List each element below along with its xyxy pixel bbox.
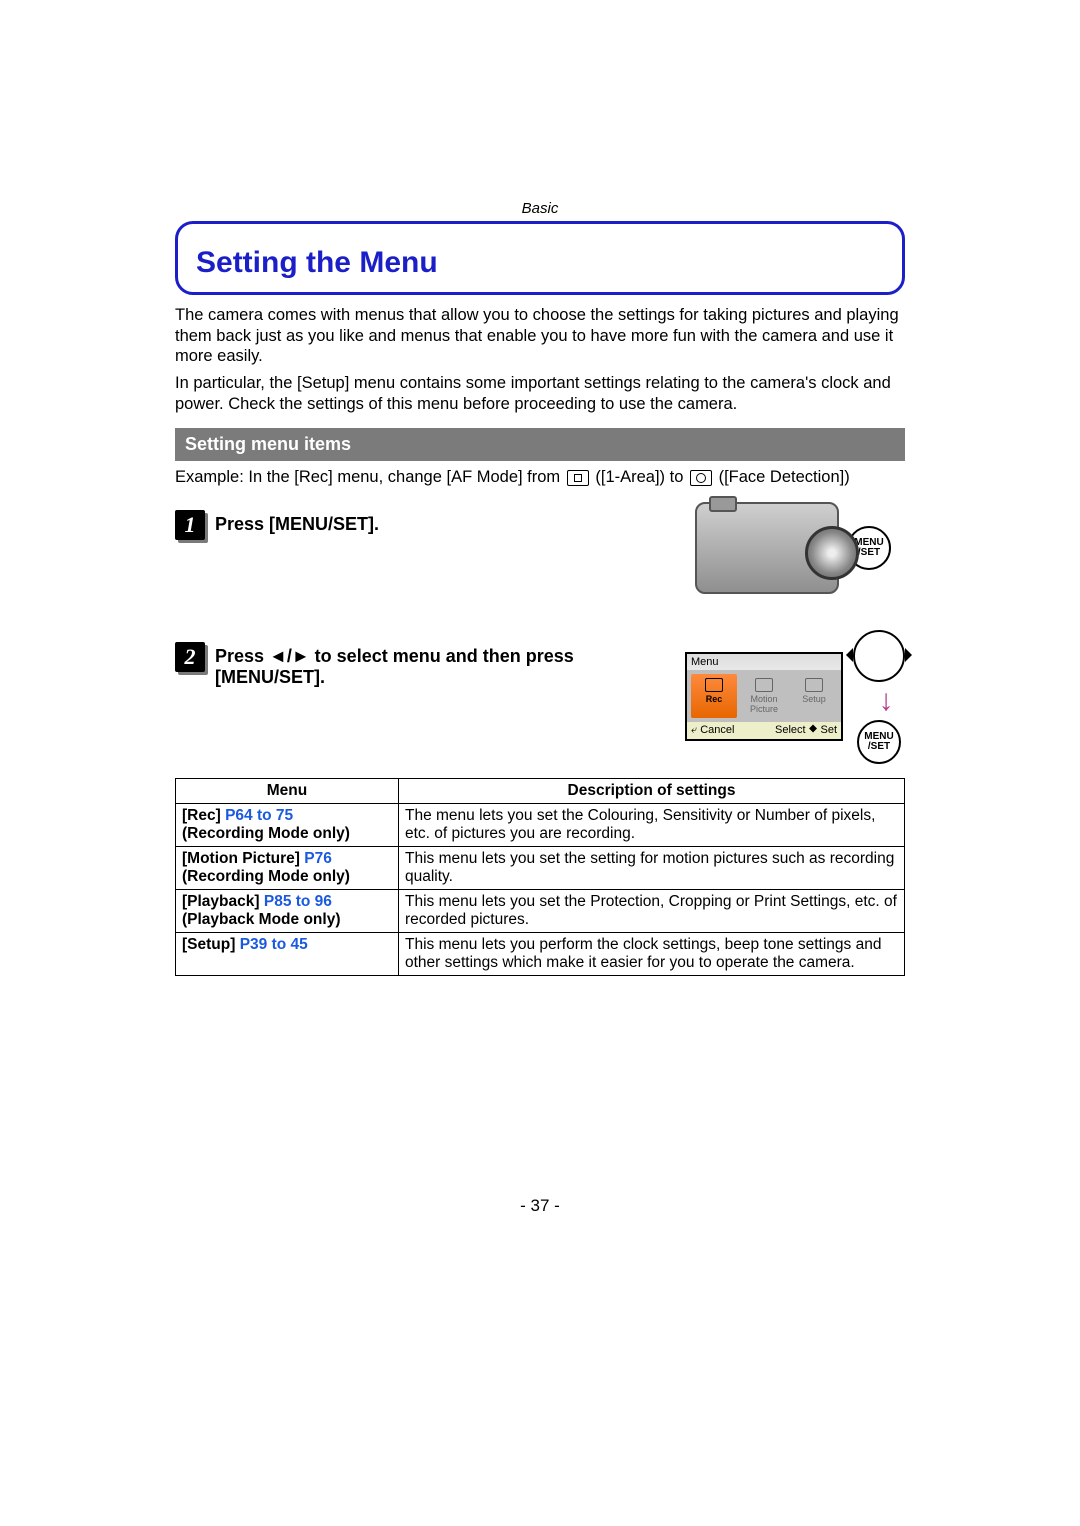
menu-set-label-2: MENU /SET xyxy=(859,732,899,752)
lcd-screen-illustration: Menu Rec Motion Picture Setup ⤶ Cancel S… xyxy=(685,652,843,741)
example-text: Example: In the [Rec] menu, change [AF M… xyxy=(175,467,905,488)
table-row: [Playback] P85 to 96 (Playback Mode only… xyxy=(176,889,905,932)
title-box: Setting the Menu xyxy=(175,221,905,295)
page-title: Setting the Menu xyxy=(196,246,438,279)
row2-name: [Motion Picture] xyxy=(182,850,300,867)
step-1-badge: 1 xyxy=(175,510,205,540)
lcd-tab-motion: Motion Picture xyxy=(741,674,787,718)
step-1-text: Press [MENU/SET]. xyxy=(215,510,679,535)
row3-pages: P85 to 96 xyxy=(264,893,332,910)
row4-name: [Setup] xyxy=(182,936,235,953)
camera-illustration: MENU /SET xyxy=(695,498,905,598)
row1-note: (Recording Mode only) xyxy=(182,825,350,842)
step-2-group: 2 Press ◄/► to select menu and then pres… xyxy=(175,630,905,764)
lcd-title: Menu xyxy=(687,654,841,670)
subheading: Setting menu items xyxy=(175,428,905,461)
row1-desc: The menu lets you set the Colouring, Sen… xyxy=(399,803,905,846)
row4-pages: P39 to 45 xyxy=(240,936,308,953)
menu-description-table: Menu Description of settings [Rec] P64 t… xyxy=(175,778,905,976)
lcd-tab-setup: Setup xyxy=(791,674,837,718)
example-prefix: Example: In the [Rec] menu, change [AF M… xyxy=(175,468,565,486)
row2-pages: P76 xyxy=(304,850,332,867)
example-mid1: ([1-Area]) to xyxy=(595,468,688,486)
one-area-icon xyxy=(567,470,589,486)
row3-note: (Playback Mode only) xyxy=(182,911,340,928)
table-row: [Motion Picture] P76 (Recording Mode onl… xyxy=(176,846,905,889)
step-1-number: 1 xyxy=(175,510,205,540)
row3-name: [Playback] xyxy=(182,893,260,910)
row2-note: (Recording Mode only) xyxy=(182,868,350,885)
table-row: [Setup] P39 to 45 This menu lets you per… xyxy=(176,932,905,975)
step-2-badge: 2 xyxy=(175,642,205,672)
lcd-tab-rec: Rec xyxy=(691,674,737,718)
dpad-icon xyxy=(853,630,905,682)
example-mid2: ([Face Detection]) xyxy=(719,468,850,486)
section-label: Basic xyxy=(175,200,905,217)
table-row: [Rec] P64 to 75 (Recording Mode only) Th… xyxy=(176,803,905,846)
intro-paragraph-2: In particular, the [Setup] menu contains… xyxy=(175,373,905,414)
face-detection-icon xyxy=(690,470,712,486)
row3-desc: This menu lets you set the Protection, C… xyxy=(399,889,905,932)
step-1-group: 1 Press [MENU/SET]. MENU /SET xyxy=(175,498,905,620)
page-number: - 37 - xyxy=(0,1196,1080,1216)
th-desc: Description of settings xyxy=(399,778,905,803)
row1-name: [Rec] xyxy=(182,807,221,824)
menu-set-button-icon-2: MENU /SET xyxy=(857,720,901,764)
intro-paragraph-1: The camera comes with menus that allow y… xyxy=(175,305,905,367)
row4-desc: This menu lets you perform the clock set… xyxy=(399,932,905,975)
lcd-select: Select ⯁ Set xyxy=(775,724,837,737)
arrow-down-icon: ↓ xyxy=(879,686,894,716)
row2-desc: This menu lets you set the setting for m… xyxy=(399,846,905,889)
step-2-number: 2 xyxy=(175,642,205,672)
step-2-text: Press ◄/► to select menu and then press … xyxy=(215,642,669,688)
th-menu: Menu xyxy=(176,778,399,803)
row1-pages: P64 to 75 xyxy=(225,807,293,824)
lcd-cancel: ⤶ Cancel xyxy=(691,724,734,737)
